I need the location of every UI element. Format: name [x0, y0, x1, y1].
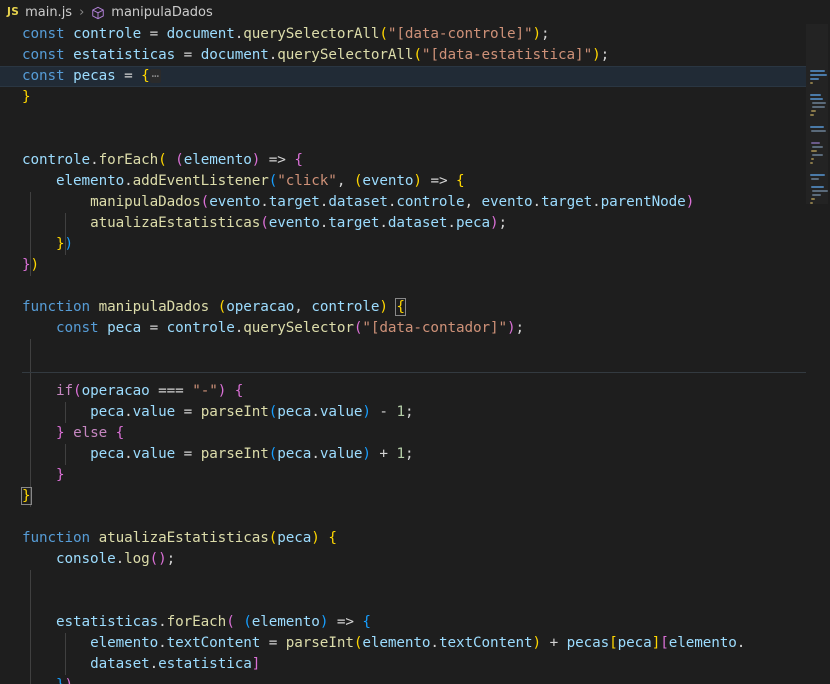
code-line[interactable]: estatisticas.forEach( (elemento) => {: [0, 612, 830, 633]
cube-icon: [91, 6, 105, 20]
code-line[interactable]: controle.forEach( (elemento) => {: [0, 150, 830, 171]
code-line[interactable]: }): [0, 255, 830, 276]
code-content[interactable]: const controle = document.querySelectorA…: [0, 24, 830, 684]
code-line[interactable]: [0, 276, 830, 297]
code-line[interactable]: [0, 360, 830, 381]
code-minimap[interactable]: [806, 24, 830, 684]
code-line[interactable]: console.log();: [0, 549, 830, 570]
code-line[interactable]: }): [0, 675, 830, 684]
code-line[interactable]: [0, 339, 830, 360]
code-line[interactable]: [0, 591, 830, 612]
code-line[interactable]: if(operacao === "-") {: [0, 381, 830, 402]
code-line[interactable]: const controle = document.querySelectorA…: [0, 24, 830, 45]
code-line[interactable]: elemento.addEventListener("click", (even…: [0, 171, 830, 192]
bracket-match-close: }: [21, 487, 32, 505]
folded-code-placeholder[interactable]: ⋯: [149, 69, 161, 83]
code-line[interactable]: const estatisticas = document.querySelec…: [0, 45, 830, 66]
code-line[interactable]: atualizaEstatisticas(evento.target.datas…: [0, 213, 830, 234]
breadcrumb-separator-icon: ›: [79, 4, 85, 20]
bracket-match-open: {: [395, 298, 406, 316]
code-line[interactable]: }: [0, 87, 830, 108]
code-line[interactable]: [0, 129, 830, 150]
code-line[interactable]: peca.value = parseInt(peca.value) + 1;: [0, 444, 830, 465]
code-line[interactable]: } else {: [0, 423, 830, 444]
code-line[interactable]: const peca = controle.querySelector("[da…: [0, 318, 830, 339]
code-line[interactable]: [0, 507, 830, 528]
code-line[interactable]: }: [0, 465, 830, 486]
breadcrumb-symbol-name: manipulaDados: [111, 4, 213, 20]
code-editor[interactable]: › const controle = document.querySelecto…: [0, 24, 830, 684]
javascript-file-icon: JS: [7, 6, 20, 18]
breadcrumb: JS main.js › manipulaDados: [0, 0, 830, 24]
code-line[interactable]: [0, 108, 830, 129]
code-line[interactable]: dataset.estatistica]: [0, 654, 830, 675]
code-line[interactable]: function manipulaDados (operacao, contro…: [0, 297, 830, 318]
code-line[interactable]: manipulaDados(evento.target.dataset.cont…: [0, 192, 830, 213]
code-line[interactable]: }): [0, 234, 830, 255]
code-line[interactable]: }: [0, 486, 830, 507]
code-line-active[interactable]: const pecas = {⋯: [0, 66, 830, 87]
code-line[interactable]: peca.value = parseInt(peca.value) - 1;: [0, 402, 830, 423]
code-line[interactable]: elemento.textContent = parseInt(elemento…: [0, 633, 830, 654]
code-line[interactable]: function atualizaEstatisticas(peca) {: [0, 528, 830, 549]
breadcrumb-item-file[interactable]: JS main.js: [7, 5, 72, 20]
code-line[interactable]: [0, 570, 830, 591]
breadcrumb-item-symbol[interactable]: manipulaDados: [91, 5, 213, 20]
breadcrumb-file-name: main.js: [25, 4, 73, 20]
